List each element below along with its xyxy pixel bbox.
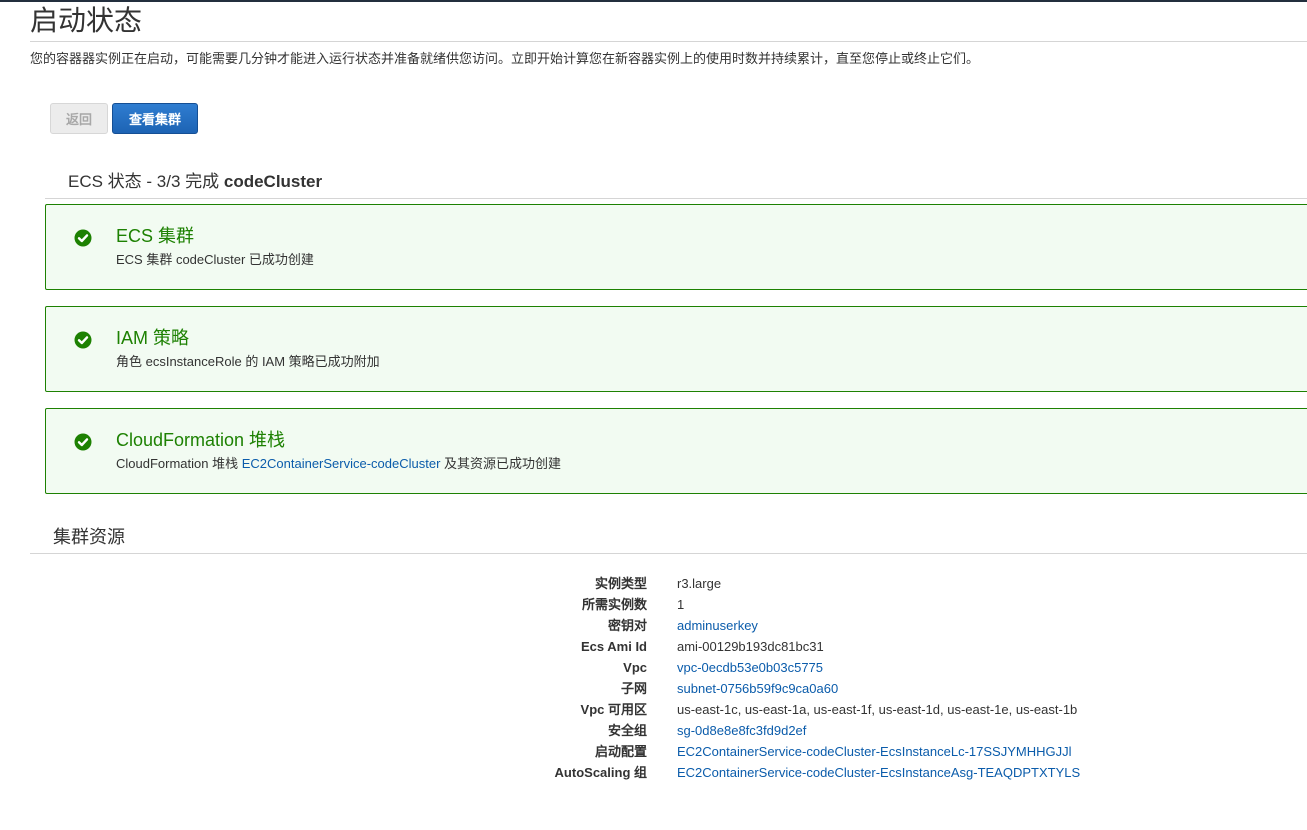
- status-divider: [45, 198, 1307, 199]
- resource-value-link[interactable]: EC2ContainerService-codeCluster-EcsInsta…: [677, 741, 1071, 762]
- resource-label: 启动配置: [594, 744, 647, 759]
- resource-label: AutoScaling 组: [554, 765, 647, 780]
- check-circle-icon: [74, 433, 92, 451]
- resource-label: Ecs Ami Id: [581, 639, 647, 654]
- resource-value-link[interactable]: vpc-0ecdb53e0b03c5775: [677, 657, 823, 678]
- resource-row: Vpc 可用区 us-east-1c, us-east-1a, us-east-1…: [0, 699, 1307, 720]
- cluster-resources-heading: 集群资源: [53, 527, 125, 547]
- resource-label: 密钥对: [607, 618, 647, 633]
- resource-label: Vpc 可用区: [580, 702, 647, 717]
- intro-text: 您的容器器实例正在启动，可能需要几分钟才能进入运行状态并准备就绪供您访问。立即开…: [30, 51, 980, 66]
- resource-value-link[interactable]: EC2ContainerService-codeCluster-EcsInsta…: [677, 762, 1080, 783]
- resource-value-link[interactable]: subnet-0756b59f9c9ca0a60: [677, 678, 838, 699]
- resource-row: 子网 subnet-0756b59f9c9ca0a60: [0, 678, 1307, 699]
- back-button[interactable]: 返回: [50, 103, 108, 134]
- ecs-status-heading: ECS 状态 - 3/3 完成 codeCluster: [68, 171, 322, 193]
- ecs-status-heading-prefix: ECS 状态 - 3/3 完成: [68, 172, 220, 191]
- resource-value: ami-00129b193dc81bc31: [677, 639, 824, 654]
- resource-row: 密钥对 adminuserkey: [0, 615, 1307, 636]
- status-card-description: ECS 集群 codeCluster 已成功创建: [116, 252, 314, 267]
- check-circle-icon: [74, 229, 92, 247]
- resource-row: 启动配置 EC2ContainerService-codeCluster-EcsI…: [0, 741, 1307, 762]
- view-cluster-button[interactable]: 查看集群: [112, 103, 198, 134]
- cloudformation-stack-link[interactable]: EC2ContainerService-codeCluster: [242, 456, 441, 471]
- status-card-description: 角色 ecsInstanceRole 的 IAM 策略已成功附加: [116, 354, 380, 369]
- resource-label: 安全组: [607, 723, 647, 738]
- resource-value-link[interactable]: adminuserkey: [677, 615, 758, 636]
- resource-row: Vpc vpc-0ecdb53e0b03c5775: [0, 657, 1307, 678]
- resource-value: 1: [677, 597, 685, 612]
- status-card-title: ECS 集群: [116, 226, 195, 246]
- resource-row: Ecs Ami Id ami-00129b193dc81bc31: [0, 636, 1307, 657]
- resource-label: 实例类型: [594, 576, 647, 591]
- status-card-iam-policy: IAM 策略 角色 ecsInstanceRole 的 IAM 策略已成功附加: [45, 306, 1307, 392]
- status-card-title: CloudFormation 堆栈: [116, 430, 286, 450]
- status-card-description: CloudFormation 堆栈 EC2ContainerService-co…: [116, 456, 562, 471]
- resource-label: Vpc: [623, 660, 647, 675]
- top-border: [0, 0, 1307, 2]
- resource-label: 所需实例数: [581, 597, 647, 612]
- resource-row: 安全组 sg-0d8e8e8fc3fd9d2ef: [0, 720, 1307, 741]
- title-divider: [30, 41, 1307, 42]
- ecs-status-cluster-name: codeCluster: [223, 172, 323, 191]
- resources-divider: [30, 553, 1307, 554]
- check-circle-icon: [74, 331, 92, 349]
- status-card-cloudformation-stack: CloudFormation 堆栈 CloudFormation 堆栈 EC2C…: [45, 408, 1307, 494]
- status-card-title: IAM 策略: [116, 328, 190, 348]
- resource-label: 子网: [620, 681, 647, 696]
- resource-row: AutoScaling 组 EC2ContainerService-codeClu…: [0, 762, 1307, 783]
- resource-row: 所需实例数 1: [0, 594, 1307, 615]
- resource-value-link[interactable]: sg-0d8e8e8fc3fd9d2ef: [677, 720, 806, 741]
- resource-row: 实例类型 r3.large: [0, 573, 1307, 594]
- resource-value: us-east-1c, us-east-1a, us-east-1f, us-e…: [677, 702, 1078, 717]
- page-title: 启动状态: [30, 5, 143, 36]
- resource-value: r3.large: [677, 576, 722, 591]
- status-card-ecs-cluster: ECS 集群 ECS 集群 codeCluster 已成功创建: [45, 204, 1307, 290]
